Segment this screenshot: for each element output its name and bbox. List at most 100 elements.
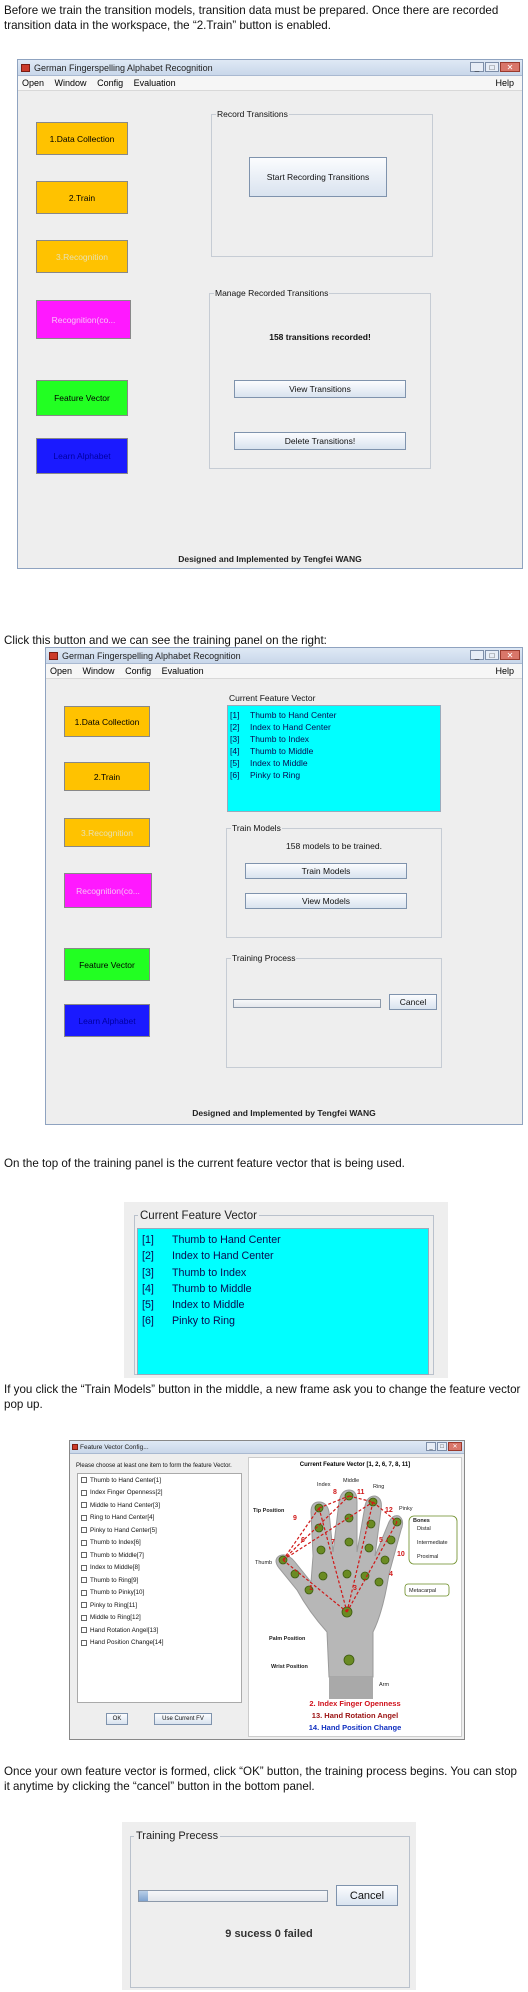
zoom-training-process: Training Precess Cancel 9 sucess 0 faile… — [122, 1822, 416, 1990]
data-collection-button[interactable]: 1.Data Collection — [36, 122, 128, 155]
checkbox[interactable] — [81, 1639, 87, 1646]
checkbox-label: Middle to Ring[12] — [90, 1614, 141, 1622]
fv-checkbox-item[interactable]: Hand Position Change[14] — [78, 1637, 241, 1650]
train-models-button[interactable]: Train Models — [245, 863, 407, 879]
feature-vector-button[interactable]: Feature Vector — [64, 948, 150, 981]
training-progress-bar — [233, 999, 381, 1008]
view-models-button[interactable]: View Models — [245, 893, 407, 909]
title-bar: German Fingerspelling Alphabet Recogniti… — [46, 648, 522, 664]
fv-checkbox-item[interactable]: Pinky to Hand Center[5] — [78, 1524, 241, 1537]
checkbox[interactable] — [81, 1477, 87, 1484]
fv-checkbox-item[interactable]: Hand Rotation Angel[13] — [78, 1624, 241, 1637]
text-click-button: Click this button and we can see the tra… — [4, 634, 327, 647]
learn-alphabet-button[interactable]: Learn Alphabet — [36, 438, 128, 474]
maximize-button[interactable]: □ — [437, 1442, 447, 1451]
fv-checkbox-item[interactable]: Ring to Hand Center[4] — [78, 1512, 241, 1525]
diagram-label: Ring — [373, 1484, 384, 1490]
checkbox[interactable] — [81, 1577, 87, 1584]
zoom-process-title: Training Precess — [134, 1830, 221, 1842]
fv-checkbox-item[interactable]: Index Finger Openness[2] — [78, 1487, 241, 1500]
checkbox[interactable] — [81, 1514, 87, 1521]
checkbox[interactable] — [81, 1627, 87, 1634]
checkbox-label: Ring to Hand Center[4] — [90, 1514, 155, 1522]
ok-button[interactable]: OK — [106, 1713, 128, 1725]
checkbox[interactable] — [81, 1539, 87, 1546]
checkbox-label: Index to Middle[8] — [90, 1564, 140, 1572]
recognition-button[interactable]: 3.Recognition — [64, 818, 150, 847]
checkbox[interactable] — [81, 1502, 87, 1509]
checkbox[interactable] — [81, 1602, 87, 1609]
training-status: 9 sucess 0 failed — [225, 1928, 313, 1940]
menu-window[interactable]: Window — [51, 76, 91, 91]
checkbox[interactable] — [81, 1564, 87, 1571]
diagram-label: Distal — [417, 1526, 431, 1532]
zoom-cancel-button[interactable]: Cancel — [336, 1885, 398, 1906]
app-window-train: German Fingerspelling Alphabet Recogniti… — [45, 647, 523, 1125]
fv-checkbox-item[interactable]: Thumb to Ring[9] — [78, 1574, 241, 1587]
recognition-button[interactable]: 3.Recognition — [36, 240, 128, 273]
minimize-button[interactable]: _ — [426, 1442, 436, 1451]
checkbox[interactable] — [81, 1489, 87, 1496]
diagram-label: Index — [317, 1482, 331, 1488]
close-button[interactable]: ✕ — [448, 1442, 462, 1451]
fv-checkbox-item[interactable]: Thumb to Middle[7] — [78, 1549, 241, 1562]
menu-help[interactable]: Help — [491, 76, 518, 91]
training-process-panel: Training Process Cancel — [226, 953, 442, 1068]
recognition-continuous-button[interactable]: Recognition(co... — [36, 300, 131, 339]
minimize-button[interactable]: _ — [470, 650, 484, 660]
fv-checkbox-item[interactable]: Thumb to Hand Center[1] — [78, 1474, 241, 1487]
app-icon — [49, 652, 58, 660]
menu-open[interactable]: Open — [18, 76, 48, 91]
fv-checkbox-item[interactable]: Thumb to Pinky[10] — [78, 1587, 241, 1600]
data-collection-button[interactable]: 1.Data Collection — [64, 706, 150, 737]
delete-transitions-button[interactable]: Delete Transitions! — [234, 432, 406, 450]
train-button[interactable]: 2.Train — [36, 181, 128, 214]
menu-window[interactable]: Window — [79, 664, 119, 679]
checkbox[interactable] — [81, 1589, 87, 1596]
fv-checkbox-item[interactable]: Middle to Hand Center[3] — [78, 1499, 241, 1512]
diagram-label: Intermediate — [417, 1540, 448, 1546]
cancel-button[interactable]: Cancel — [389, 994, 437, 1010]
start-recording-button[interactable]: Start Recording Transitions — [249, 157, 387, 197]
train-button[interactable]: 2.Train — [64, 762, 150, 791]
checkbox[interactable] — [81, 1552, 87, 1559]
fv-checkbox-item[interactable]: Thumb to Index[6] — [78, 1537, 241, 1550]
checkbox[interactable] — [81, 1527, 87, 1534]
record-transitions-title: Record Transitions — [216, 109, 289, 119]
minimize-button[interactable]: _ — [470, 62, 484, 72]
fv-checkbox-item[interactable]: Pinky to Ring[11] — [78, 1599, 241, 1612]
diagram-label: Palm Position — [269, 1636, 306, 1642]
menu-config[interactable]: Config — [93, 76, 127, 91]
menu-evaluation[interactable]: Evaluation — [130, 76, 180, 91]
feature-vector-button[interactable]: Feature Vector — [36, 380, 128, 416]
menu-config[interactable]: Config — [121, 664, 155, 679]
diagram-label: Wrist Position — [271, 1664, 309, 1670]
fv-checkbox-item[interactable]: Middle to Ring[12] — [78, 1612, 241, 1625]
checkbox-label: Thumb to Pinky[10] — [90, 1589, 145, 1597]
current-fv-list: [1] Thumb to Hand Center [2] Index to Hand… — [227, 705, 441, 812]
menu-evaluation[interactable]: Evaluation — [158, 664, 208, 679]
menu-open[interactable]: Open — [46, 664, 76, 679]
close-button[interactable]: ✕ — [500, 650, 520, 660]
measure-label: 12 — [385, 1507, 393, 1514]
list-item: [5] Index to Middle — [230, 758, 308, 768]
fv-window-title: Feature Vector Config... — [80, 1444, 149, 1451]
maximize-button[interactable]: □ — [485, 62, 499, 72]
menu-bar: Open Window Config Evaluation Help — [18, 76, 522, 91]
menu-help[interactable]: Help — [491, 664, 518, 679]
view-transitions-button[interactable]: View Transitions — [234, 380, 406, 398]
measure-label: 9 — [293, 1515, 297, 1522]
checkbox-label: Index Finger Openness[2] — [90, 1489, 163, 1497]
recognition-continuous-button[interactable]: Recognition(co... — [64, 873, 152, 908]
learn-alphabet-button[interactable]: Learn Alphabet — [64, 1004, 150, 1037]
app-window-data-collection: German Fingerspelling Alphabet Recogniti… — [17, 59, 523, 569]
maximize-button[interactable]: □ — [485, 650, 499, 660]
diagram-label: Tip Position — [253, 1508, 285, 1514]
text-train-models: If you click the “Train Models” button i… — [4, 1383, 521, 1411]
checkbox[interactable] — [81, 1614, 87, 1621]
fv-checkbox-item[interactable]: Index to Middle[8] — [78, 1562, 241, 1575]
diagram-label: Arm — [379, 1682, 390, 1688]
use-current-fv-button[interactable]: Use Current FV — [154, 1713, 212, 1725]
manage-transitions-panel: Manage Recorded Transitions 158 transiti… — [209, 288, 431, 469]
close-button[interactable]: ✕ — [500, 62, 520, 72]
